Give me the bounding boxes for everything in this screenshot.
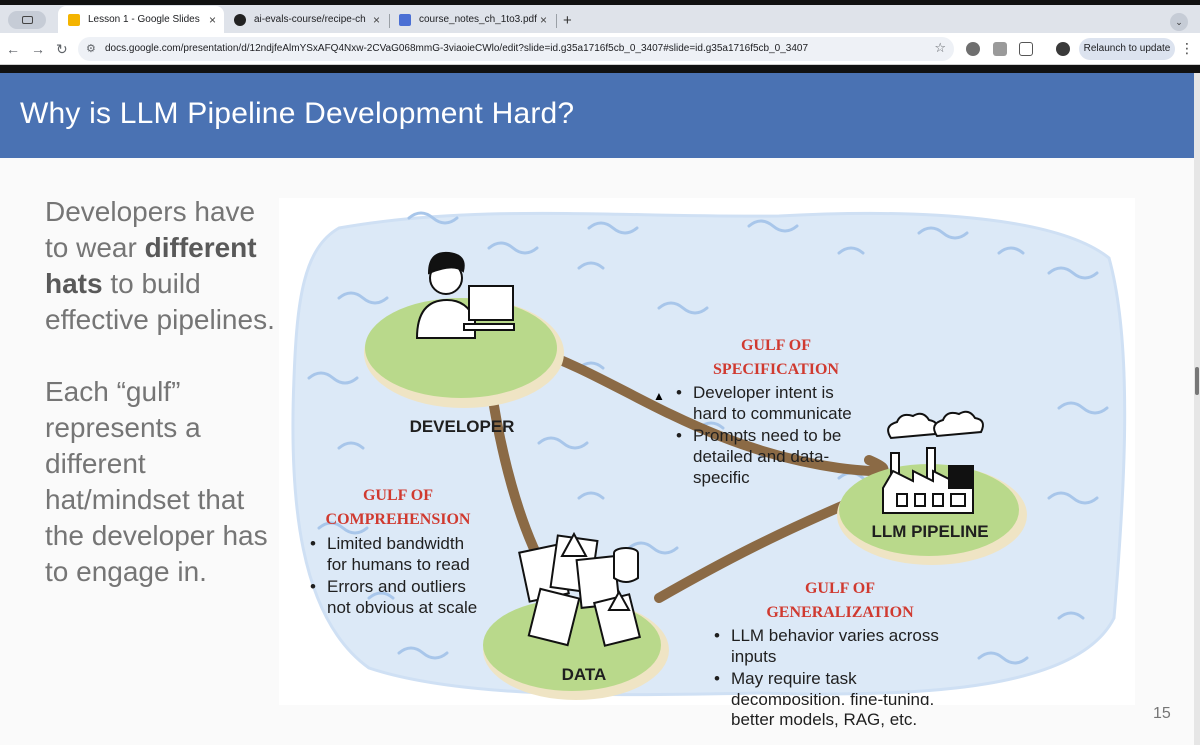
tab-list-button[interactable]: ⌄ <box>1170 13 1188 31</box>
gulf-gen-bullet-text: LLM behavior varies across <box>731 626 939 645</box>
extensions-puzzle-icon[interactable] <box>1019 42 1033 56</box>
extension-icon[interactable] <box>966 42 980 56</box>
bullet: • <box>714 626 720 645</box>
slide-left-text: Developers have to wear different hats t… <box>45 194 275 590</box>
slide-title: Why is LLM Pipeline Development Hard? <box>20 97 575 130</box>
browser-menu-icon[interactable]: ⋮ <box>1180 40 1194 57</box>
browser-toolbar: ← → ↻ ⚙ docs.google.com/presentation/d/1… <box>0 33 1200 65</box>
mouse-pointer-icon: ▲ <box>653 389 665 403</box>
tab-title: ai-evals-course/recipe-chatb <box>254 14 366 25</box>
forward-button[interactable]: → <box>31 41 45 57</box>
back-button[interactable]: ← <box>6 41 20 57</box>
site-settings-icon[interactable]: ⚙ <box>86 42 96 55</box>
gulf-gen-title: GULF OF <box>805 580 875 597</box>
relaunch-button[interactable]: Relaunch to update <box>1079 38 1175 60</box>
github-icon <box>234 13 246 26</box>
gulf-spec-title: GULF OF <box>741 337 811 354</box>
slide-header: Why is LLM Pipeline Development Hard? <box>0 73 1194 158</box>
new-tab-button[interactable]: + <box>563 12 572 29</box>
gulfs-illustration: DEVELOPER LLM PIPELINE DATA GULF OF SPEC… <box>279 198 1135 729</box>
tab-title: Lesson 1 - Google Slides <box>88 14 200 25</box>
data-label: DATA <box>562 665 607 684</box>
gulf-spec-bullet-text: Developer intent is <box>693 383 834 402</box>
bullet: • <box>714 669 720 688</box>
tab-github[interactable]: ai-evals-course/recipe-chatb × <box>224 6 388 33</box>
tab-close-icon[interactable]: × <box>373 13 380 27</box>
browser-tab-bar: Lesson 1 - Google Slides × ai-evals-cour… <box>0 5 1200 33</box>
address-bar[interactable]: ⚙ docs.google.com/presentation/d/12ndjfe… <box>78 37 954 61</box>
tab-close-icon[interactable]: × <box>209 13 216 27</box>
gulf-comp-title: GULF OF <box>363 487 433 504</box>
gulf-comp-bullet-text: for humans to read <box>327 555 470 574</box>
gulf-spec-bullet-text: specific <box>693 468 750 487</box>
profile-avatar[interactable] <box>1056 42 1070 56</box>
gulf-comp-bullet-text: Limited bandwidth <box>327 534 464 553</box>
tab-close-icon[interactable]: × <box>540 13 547 27</box>
gulf-comp-title: COMPREHENSION <box>326 511 471 528</box>
gulf-spec-title: SPECIFICATION <box>713 361 839 378</box>
tab-grid-icon <box>22 16 33 24</box>
gulfs-diagram-svg: DEVELOPER LLM PIPELINE DATA GULF OF SPEC… <box>291 211 1127 705</box>
gulf-gen-title: GENERALIZATION <box>766 604 914 621</box>
bullet: • <box>310 534 316 553</box>
google-slides-icon <box>68 13 80 26</box>
reload-button[interactable]: ↻ <box>56 41 68 58</box>
gulf-comp-bullet-text: Errors and outliers <box>327 577 466 596</box>
gulf-gen-bullet-text: better models, RAG, etc. <box>731 710 918 729</box>
gulf-comp-bullet-text: not obvious at scale <box>327 598 477 617</box>
bullet: • <box>676 383 682 402</box>
bullet: • <box>310 577 316 596</box>
slide-page-number: 15 <box>1153 705 1171 722</box>
gulf-gen-bullet-text: inputs <box>731 647 776 666</box>
bookmark-star-icon[interactable]: ☆ <box>934 40 946 56</box>
extension-icon[interactable] <box>993 42 1007 56</box>
tab-pdf[interactable]: course_notes_ch_1to3.pdf × <box>389 6 555 33</box>
tab-divider <box>556 14 557 28</box>
developer-label: DEVELOPER <box>410 417 515 436</box>
gulf-spec-bullet-text: hard to communicate <box>693 404 852 423</box>
gulf-spec-bullet-text: detailed and data- <box>693 447 829 466</box>
slide-frame-edge <box>0 65 1200 73</box>
slide-canvas: Why is LLM Pipeline Development Hard? De… <box>0 73 1200 745</box>
tab-google-slides[interactable]: Lesson 1 - Google Slides × <box>58 6 224 33</box>
text-paragraph: Developers have to wear different hats t… <box>45 194 275 338</box>
gulf-gen-bullet-text: decomposition, fine-tuning, <box>731 690 934 705</box>
url-text[interactable]: docs.google.com/presentation/d/12ndjfeAl… <box>105 43 808 54</box>
scrollbar-thumb[interactable] <box>1195 367 1199 395</box>
scrollbar-track[interactable] <box>1194 73 1200 745</box>
pdf-shield-icon <box>399 13 411 26</box>
tab-search-button[interactable] <box>8 11 46 29</box>
gulf-spec-bullet-text: Prompts need to be <box>693 426 841 445</box>
text-paragraph: Each “gulf” represents a different hat/m… <box>45 376 268 587</box>
bullet: • <box>676 426 682 445</box>
gulf-gen-bullet-text: May require task <box>731 669 857 688</box>
tab-title: course_notes_ch_1to3.pdf <box>419 14 537 25</box>
llm-pipeline-label: LLM PIPELINE <box>871 522 988 541</box>
